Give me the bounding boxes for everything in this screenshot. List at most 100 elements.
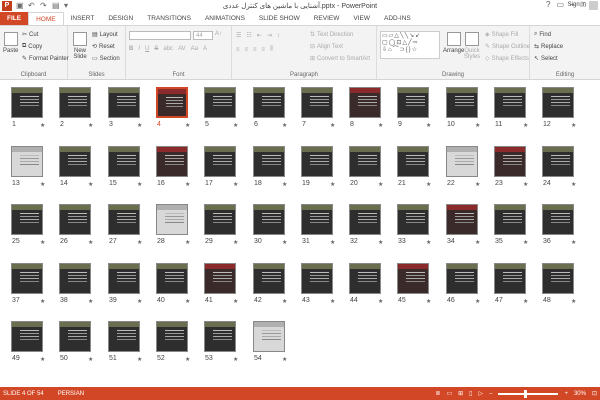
transition-star-icon[interactable]: ★ (282, 356, 287, 363)
transition-star-icon[interactable]: ★ (233, 298, 238, 305)
slide-thumbnail[interactable] (59, 146, 91, 177)
slide-thumbnail[interactable] (11, 204, 43, 235)
ribbon-display-icon[interactable]: ▭ (556, 0, 564, 9)
align-left-icon[interactable]: ≡ (236, 47, 240, 53)
slide-thumbnail[interactable] (349, 263, 381, 294)
normal-view-icon[interactable]: ▭ (446, 390, 452, 397)
zoom-level[interactable]: 30% (574, 391, 586, 397)
reset-button[interactable]: ⟲ Reset (92, 43, 115, 51)
transition-star-icon[interactable]: ★ (137, 181, 142, 188)
slide-thumbnail[interactable] (204, 87, 236, 118)
quick-styles-button[interactable]: Quick Styles (463, 32, 481, 60)
tab-view[interactable]: VIEW (346, 12, 377, 25)
slide-thumbnail[interactable] (446, 146, 478, 177)
slide-thumbnail[interactable] (446, 87, 478, 118)
tab-add-ins[interactable]: ADD-INS (377, 12, 418, 25)
transition-star-icon[interactable]: ★ (426, 298, 431, 305)
slide-thumbnail[interactable] (494, 87, 526, 118)
transition-star-icon[interactable]: ★ (426, 181, 431, 188)
transition-star-icon[interactable]: ★ (475, 122, 480, 129)
transition-star-icon[interactable]: ★ (88, 356, 93, 363)
slide-thumbnail[interactable] (59, 263, 91, 294)
transition-star-icon[interactable]: ★ (571, 239, 576, 246)
transition-star-icon[interactable]: ★ (282, 122, 287, 129)
transition-star-icon[interactable]: ★ (185, 239, 190, 246)
reading-view-icon[interactable]: ▯ (469, 390, 472, 397)
slide-thumbnail[interactable] (397, 263, 429, 294)
transition-star-icon[interactable]: ★ (185, 181, 190, 188)
transition-star-icon[interactable]: ★ (330, 122, 335, 129)
slide-thumbnail[interactable] (204, 146, 236, 177)
tab-animations[interactable]: ANIMATIONS (198, 12, 252, 25)
transition-star-icon[interactable]: ★ (378, 181, 383, 188)
transition-star-icon[interactable]: ★ (233, 122, 238, 129)
transition-star-icon[interactable]: ★ (137, 239, 142, 246)
slide-thumbnail[interactable] (156, 87, 188, 118)
transition-star-icon[interactable]: ★ (378, 122, 383, 129)
shapes-gallery[interactable]: ▭▱△╲╲↘↙ ▢◯⊡△╱⇨ ⇩⌂⌒⊃{}☆ (380, 31, 440, 59)
transition-star-icon[interactable]: ★ (40, 356, 45, 363)
slide-thumbnail[interactable] (156, 321, 188, 352)
slide-thumbnail[interactable] (542, 87, 574, 118)
slide-thumbnail[interactable] (542, 146, 574, 177)
slide-thumbnail[interactable] (301, 263, 333, 294)
transition-star-icon[interactable]: ★ (233, 356, 238, 363)
cut-button[interactable]: ✂ Cut (22, 31, 38, 39)
slide-thumbnail[interactable] (349, 87, 381, 118)
slide-thumbnail[interactable] (11, 146, 43, 177)
slide-thumbnail[interactable] (253, 263, 285, 294)
slide-thumbnail[interactable] (108, 146, 140, 177)
transition-star-icon[interactable]: ★ (330, 181, 335, 188)
slide-thumbnail[interactable] (446, 204, 478, 235)
section-button[interactable]: ▭ Section (92, 55, 120, 63)
line-spacing-icon[interactable]: ↕ (277, 33, 280, 39)
slide-thumbnail[interactable] (494, 204, 526, 235)
transition-star-icon[interactable]: ★ (475, 239, 480, 246)
slide-thumbnail[interactable] (59, 204, 91, 235)
slide-thumbnail[interactable] (253, 87, 285, 118)
shadow-button[interactable]: abc (163, 46, 173, 52)
copy-button[interactable]: ⧉ Copy (22, 43, 42, 50)
slide-thumbnail[interactable] (59, 321, 91, 352)
transition-star-icon[interactable]: ★ (185, 298, 190, 305)
slideshow-view-icon[interactable]: ▷ (478, 390, 483, 397)
transition-star-icon[interactable]: ★ (475, 181, 480, 188)
transition-star-icon[interactable]: ★ (282, 298, 287, 305)
tab-home[interactable]: HOME (28, 12, 64, 25)
slide-thumbnail[interactable] (446, 263, 478, 294)
slide-thumbnail[interactable] (301, 204, 333, 235)
convert-smartart-button[interactable]: ⊞ Convert to SmartArt (310, 55, 370, 63)
strikethrough-button[interactable]: S (154, 46, 158, 52)
sign-in-link[interactable]: Sign in (568, 2, 586, 8)
transition-star-icon[interactable]: ★ (378, 298, 383, 305)
transition-star-icon[interactable]: ★ (40, 239, 45, 246)
tab-insert[interactable]: INSERT (64, 12, 102, 25)
slide-thumbnail[interactable] (397, 204, 429, 235)
numbering-icon[interactable]: ☷ (246, 32, 251, 39)
tab-review[interactable]: REVIEW (307, 12, 347, 25)
slide-thumbnail[interactable] (494, 146, 526, 177)
tab-design[interactable]: DESIGN (101, 12, 140, 25)
slide-thumbnail[interactable] (11, 87, 43, 118)
replace-button[interactable]: ⇆ Replace (534, 43, 563, 51)
slide-thumbnail[interactable] (59, 87, 91, 118)
transition-star-icon[interactable]: ★ (523, 181, 528, 188)
slide-thumbnail[interactable] (349, 204, 381, 235)
zoom-out-button[interactable]: – (489, 391, 492, 397)
zoom-in-button[interactable]: + (564, 391, 568, 397)
slide-thumbnail[interactable] (397, 146, 429, 177)
select-button[interactable]: ↖ Select (534, 55, 558, 63)
slide-thumbnail[interactable] (204, 321, 236, 352)
italic-button[interactable]: I (138, 46, 140, 52)
slide-thumbnail[interactable] (253, 321, 285, 352)
tab-slide-show[interactable]: SLIDE SHOW (252, 12, 307, 25)
bullets-icon[interactable]: ☰ (236, 32, 241, 39)
transition-star-icon[interactable]: ★ (137, 356, 142, 363)
transition-star-icon[interactable]: ★ (40, 298, 45, 305)
transition-star-icon[interactable]: ★ (426, 122, 431, 129)
transition-star-icon[interactable]: ★ (571, 181, 576, 188)
transition-star-icon[interactable]: ★ (185, 356, 190, 363)
columns-icon[interactable]: ⫼ (270, 46, 273, 53)
text-direction-button[interactable]: ⇅ Text Direction (310, 31, 353, 39)
align-center-icon[interactable]: ≡ (245, 47, 249, 53)
